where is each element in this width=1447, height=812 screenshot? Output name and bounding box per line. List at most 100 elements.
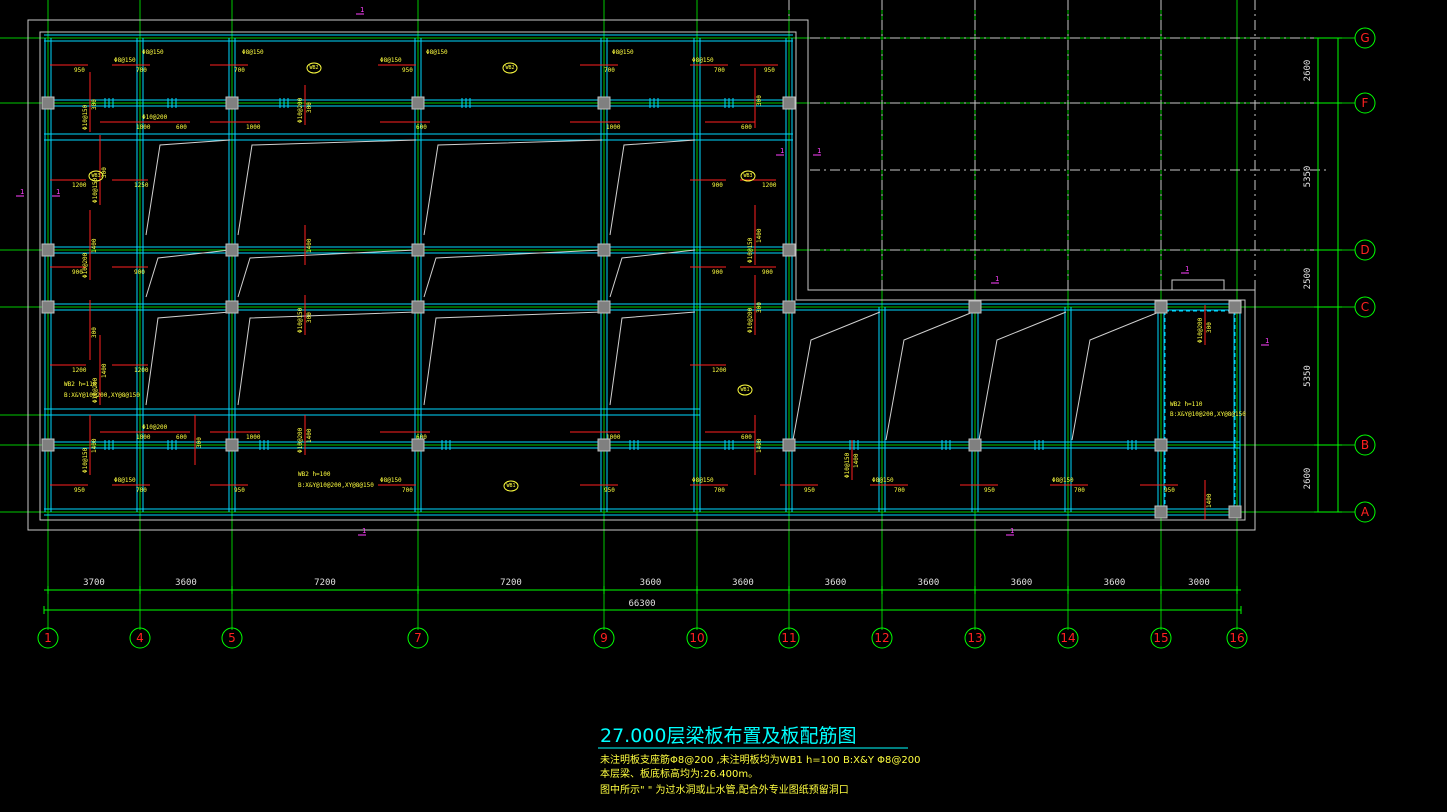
rebar-label: Φ8@150 <box>380 477 402 484</box>
rebar-length: 700 <box>136 487 147 494</box>
rebar-label: Φ8@150 <box>872 477 894 484</box>
rebar-length: 1400 <box>101 363 108 378</box>
row-bubble-label: D <box>1360 243 1369 257</box>
dim-segment-label: 3700 <box>83 578 105 588</box>
dim-segment-label: 3600 <box>732 578 754 588</box>
rebar-length: 900 <box>762 269 773 276</box>
dim-row-label: 2500 <box>1303 268 1313 290</box>
column <box>225 243 239 257</box>
rebar-length: 1000 <box>246 434 261 441</box>
rebar-label: Φ10@200 <box>297 427 304 453</box>
column <box>225 300 239 314</box>
section-mark-label: 1 <box>1265 337 1269 345</box>
dim-row-label: 2600 <box>1303 60 1313 82</box>
slab-tag-label: WB3 <box>91 173 100 179</box>
column <box>411 243 425 257</box>
rebar-length: 950 <box>74 67 85 74</box>
rebar-label: Φ8@150 <box>380 57 402 64</box>
rebar-label: Φ8@150 <box>242 49 264 56</box>
section-mark-label: 1 <box>995 275 999 283</box>
slab-tag-label: WB1 <box>506 483 515 489</box>
slab-span-line <box>237 249 417 298</box>
slab-span-line <box>978 311 1067 441</box>
rebar-length: 950 <box>604 487 615 494</box>
column <box>597 300 611 314</box>
dim-row-label: 5350 <box>1303 166 1313 188</box>
dim-segment-label: 3600 <box>1011 578 1033 588</box>
column <box>597 96 611 110</box>
rebar-length: 300 <box>196 437 203 448</box>
rebar-length: 300 <box>306 312 313 323</box>
col-bubble-label: 15 <box>1153 631 1168 645</box>
column <box>411 300 425 314</box>
rebar-length: 600 <box>416 124 427 131</box>
rebar-label: Φ8@150 <box>114 57 136 64</box>
rebar-label: Φ10@150 <box>82 104 89 130</box>
column <box>1154 300 1168 314</box>
rebar-length: 700 <box>714 487 725 494</box>
rebar-length: 700 <box>402 487 413 494</box>
row-bubble-label: G <box>1360 31 1369 45</box>
section-mark-label: 1 <box>1010 527 1014 535</box>
rebar-length: 700 <box>234 67 245 74</box>
col-bubble-label: 7 <box>414 631 422 645</box>
rebar-length: 1000 <box>246 124 261 131</box>
section-mark-label: 1 <box>362 527 366 535</box>
rebar-length: 600 <box>176 434 187 441</box>
rebar-length: 300 <box>756 302 763 313</box>
column <box>41 300 55 314</box>
dim-segment-label: 3000 <box>1188 578 1210 588</box>
rebar-label: Φ8@150 <box>692 477 714 484</box>
slab-span-line <box>609 311 696 406</box>
rebar-length: 900 <box>712 182 723 189</box>
col-bubble-label: 14 <box>1060 631 1075 645</box>
rebar-length: 1400 <box>306 428 313 443</box>
rebar-length: 600 <box>176 124 187 131</box>
col-bubble-label: 9 <box>600 631 608 645</box>
slab-tag-label: WB3 <box>743 173 752 179</box>
row-bubble-label: A <box>1361 505 1370 519</box>
slab-span-line <box>885 311 974 441</box>
rebar-length: 1400 <box>756 438 763 453</box>
rebar-length: 700 <box>136 67 147 74</box>
slab-span-line <box>237 311 417 406</box>
rebar-length: 700 <box>1074 487 1085 494</box>
rebar-label: Φ8@150 <box>114 477 136 484</box>
structural-drawing: 950Φ8@150700 700Φ8@150950 700Φ8@150700 950Φ… <box>0 0 1376 796</box>
column <box>597 438 611 452</box>
slab-span-line <box>1071 311 1160 441</box>
rebar-label: Φ10@200 <box>297 97 304 123</box>
column <box>225 96 239 110</box>
slab-note: B:X&Y@10@200,XY@8@150 <box>298 482 374 489</box>
rebar-label: Φ10@200 <box>142 424 168 431</box>
slab-tag-label: WB2 <box>309 65 318 71</box>
rebar-length: 700 <box>604 67 615 74</box>
section-mark-label: 1 <box>360 6 364 14</box>
row-bubble-label: F <box>1362 96 1369 110</box>
rebar-label: Φ8@150 <box>612 49 634 56</box>
note-line-2: 本层梁、板底标高均为:26.400m。 <box>600 767 758 780</box>
slab-span-line <box>609 139 696 236</box>
rebar-length: 950 <box>74 487 85 494</box>
rebar-length: 1400 <box>1206 493 1213 508</box>
axis-bubbles: GFDCBA1 4 5 7 9 10 11 12 13 14 15 16 <box>37 27 1376 649</box>
col-bubble-label: 16 <box>1229 631 1244 645</box>
slab-tag-label: WB2 <box>505 65 514 71</box>
col-bubble-label: 1 <box>44 631 52 645</box>
rebar-length: 1400 <box>91 238 98 253</box>
col-bubble-label: 12 <box>874 631 889 645</box>
section-mark-label: 1 <box>20 188 24 196</box>
slab-span-line <box>792 311 881 441</box>
section-mark-label: 1 <box>1185 265 1189 273</box>
rebar-length: 1000 <box>136 434 151 441</box>
dim-segment-label: 3600 <box>640 578 662 588</box>
rebar-length: 1200 <box>762 182 777 189</box>
dim-row-label: 2600 <box>1303 468 1313 490</box>
section-mark-label: 1 <box>817 147 821 155</box>
row-bubble-label: C <box>1361 300 1369 314</box>
column <box>411 438 425 452</box>
col-bubble-label: 11 <box>781 631 796 645</box>
rebar-label: Φ10@200 <box>747 307 754 333</box>
slab-span-line <box>423 311 603 406</box>
row-bubble-label: B <box>1361 438 1369 452</box>
